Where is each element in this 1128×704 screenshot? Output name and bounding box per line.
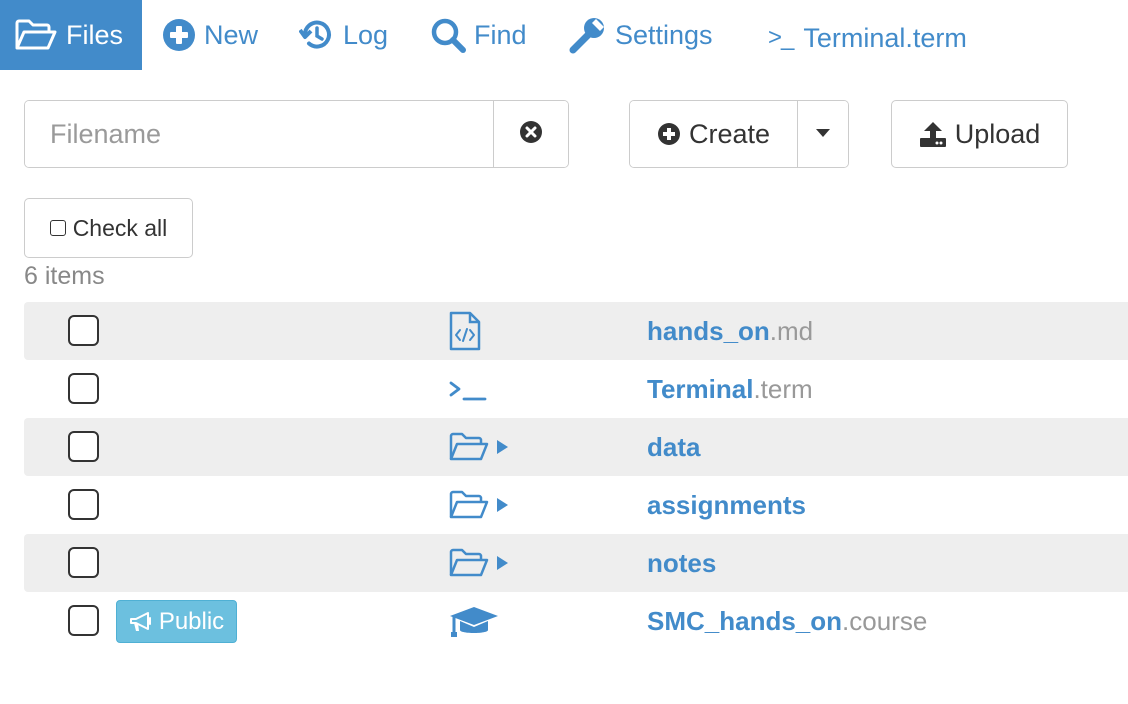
create-button[interactable]: Create bbox=[630, 101, 797, 167]
public-badge[interactable]: Public bbox=[116, 600, 237, 643]
row-checkbox[interactable] bbox=[68, 547, 99, 578]
nav-log-tab[interactable]: Log bbox=[299, 0, 388, 70]
file-extension: .md bbox=[769, 315, 814, 346]
file-name-link[interactable]: SMC_hands_on .course bbox=[647, 592, 927, 650]
check-all-button[interactable]: Check all bbox=[24, 198, 193, 258]
folder-row[interactable]: data bbox=[24, 418, 1128, 476]
file-extension: .term bbox=[753, 373, 813, 404]
create-button-group: Create bbox=[629, 100, 849, 168]
nav-files-label: Files bbox=[66, 19, 124, 50]
nav-terminal-tab[interactable]: >_ Terminal.term bbox=[768, 3, 967, 73]
nav-terminal-label: Terminal.term bbox=[803, 22, 967, 53]
upload-button[interactable]: Upload bbox=[891, 100, 1068, 168]
folder-name-link[interactable]: notes bbox=[647, 534, 716, 592]
file-name-link[interactable]: Terminal .term bbox=[647, 360, 813, 418]
folder-name: notes bbox=[647, 547, 717, 578]
file-name-link[interactable]: hands_on .md bbox=[647, 302, 813, 360]
file-row[interactable]: Terminal .term bbox=[24, 360, 1128, 418]
folder-name: data bbox=[647, 431, 701, 462]
file-row[interactable]: Public SMC_hands_on .course bbox=[24, 592, 1128, 650]
file-row[interactable]: hands_on .md bbox=[24, 302, 1128, 360]
row-checkbox[interactable] bbox=[68, 489, 99, 520]
file-code-icon bbox=[448, 302, 482, 360]
file-extension: .course bbox=[842, 605, 928, 636]
folder-open-icon bbox=[448, 476, 512, 534]
file-name: Terminal bbox=[647, 373, 754, 404]
graduation-cap-icon bbox=[448, 592, 500, 650]
folder-open-icon bbox=[14, 18, 58, 52]
caret-down-icon bbox=[815, 125, 831, 143]
plus-circle-icon bbox=[657, 122, 681, 146]
top-nav: Files New Log Find Settings >_ Terminal.… bbox=[0, 0, 1128, 70]
file-name: hands_on bbox=[647, 315, 770, 346]
upload-icon bbox=[919, 120, 947, 148]
row-checkbox[interactable] bbox=[68, 373, 99, 404]
row-checkbox[interactable] bbox=[68, 431, 99, 462]
nav-find-label: Find bbox=[474, 19, 527, 50]
history-icon bbox=[299, 18, 335, 52]
bullhorn-icon bbox=[129, 611, 153, 633]
nav-new-tab[interactable]: New bbox=[162, 0, 258, 70]
row-checkbox[interactable] bbox=[68, 605, 99, 636]
wrench-icon bbox=[569, 16, 607, 54]
public-badge-label: Public bbox=[158, 607, 225, 635]
terminal-prompt-icon: >_ bbox=[768, 24, 794, 51]
file-name: SMC_hands_on bbox=[647, 605, 843, 636]
folder-open-icon bbox=[448, 534, 512, 592]
file-listing: hands_on .md Terminal .term data assignmen… bbox=[24, 302, 1128, 650]
check-all-label: Check all bbox=[72, 214, 168, 241]
nav-log-label: Log bbox=[343, 19, 389, 50]
folder-row[interactable]: assignments bbox=[24, 476, 1128, 534]
filename-search-input[interactable] bbox=[25, 101, 493, 167]
create-label: Create bbox=[688, 118, 771, 149]
square-icon bbox=[49, 220, 66, 236]
folder-name: assignments bbox=[647, 489, 806, 520]
filename-search bbox=[24, 100, 569, 168]
upload-label: Upload bbox=[954, 118, 1041, 149]
create-dropdown-toggle[interactable] bbox=[797, 101, 848, 167]
times-circle-icon bbox=[519, 120, 543, 149]
nav-settings-label: Settings bbox=[615, 19, 713, 50]
folder-name-link[interactable]: data bbox=[647, 418, 700, 476]
row-checkbox[interactable] bbox=[68, 315, 99, 346]
nav-find-tab[interactable]: Find bbox=[430, 0, 527, 70]
nav-new-label: New bbox=[204, 19, 259, 50]
folder-row[interactable]: notes bbox=[24, 534, 1128, 592]
search-icon bbox=[430, 17, 466, 53]
nav-files-tab[interactable]: Files bbox=[0, 0, 142, 70]
items-count: 6 items bbox=[24, 262, 105, 290]
clear-search-button[interactable] bbox=[493, 101, 568, 167]
folder-name-link[interactable]: assignments bbox=[647, 476, 806, 534]
plus-circle-icon bbox=[162, 18, 196, 52]
nav-settings-tab[interactable]: Settings bbox=[569, 0, 713, 70]
folder-open-icon bbox=[448, 418, 512, 476]
terminal-icon bbox=[448, 360, 488, 418]
